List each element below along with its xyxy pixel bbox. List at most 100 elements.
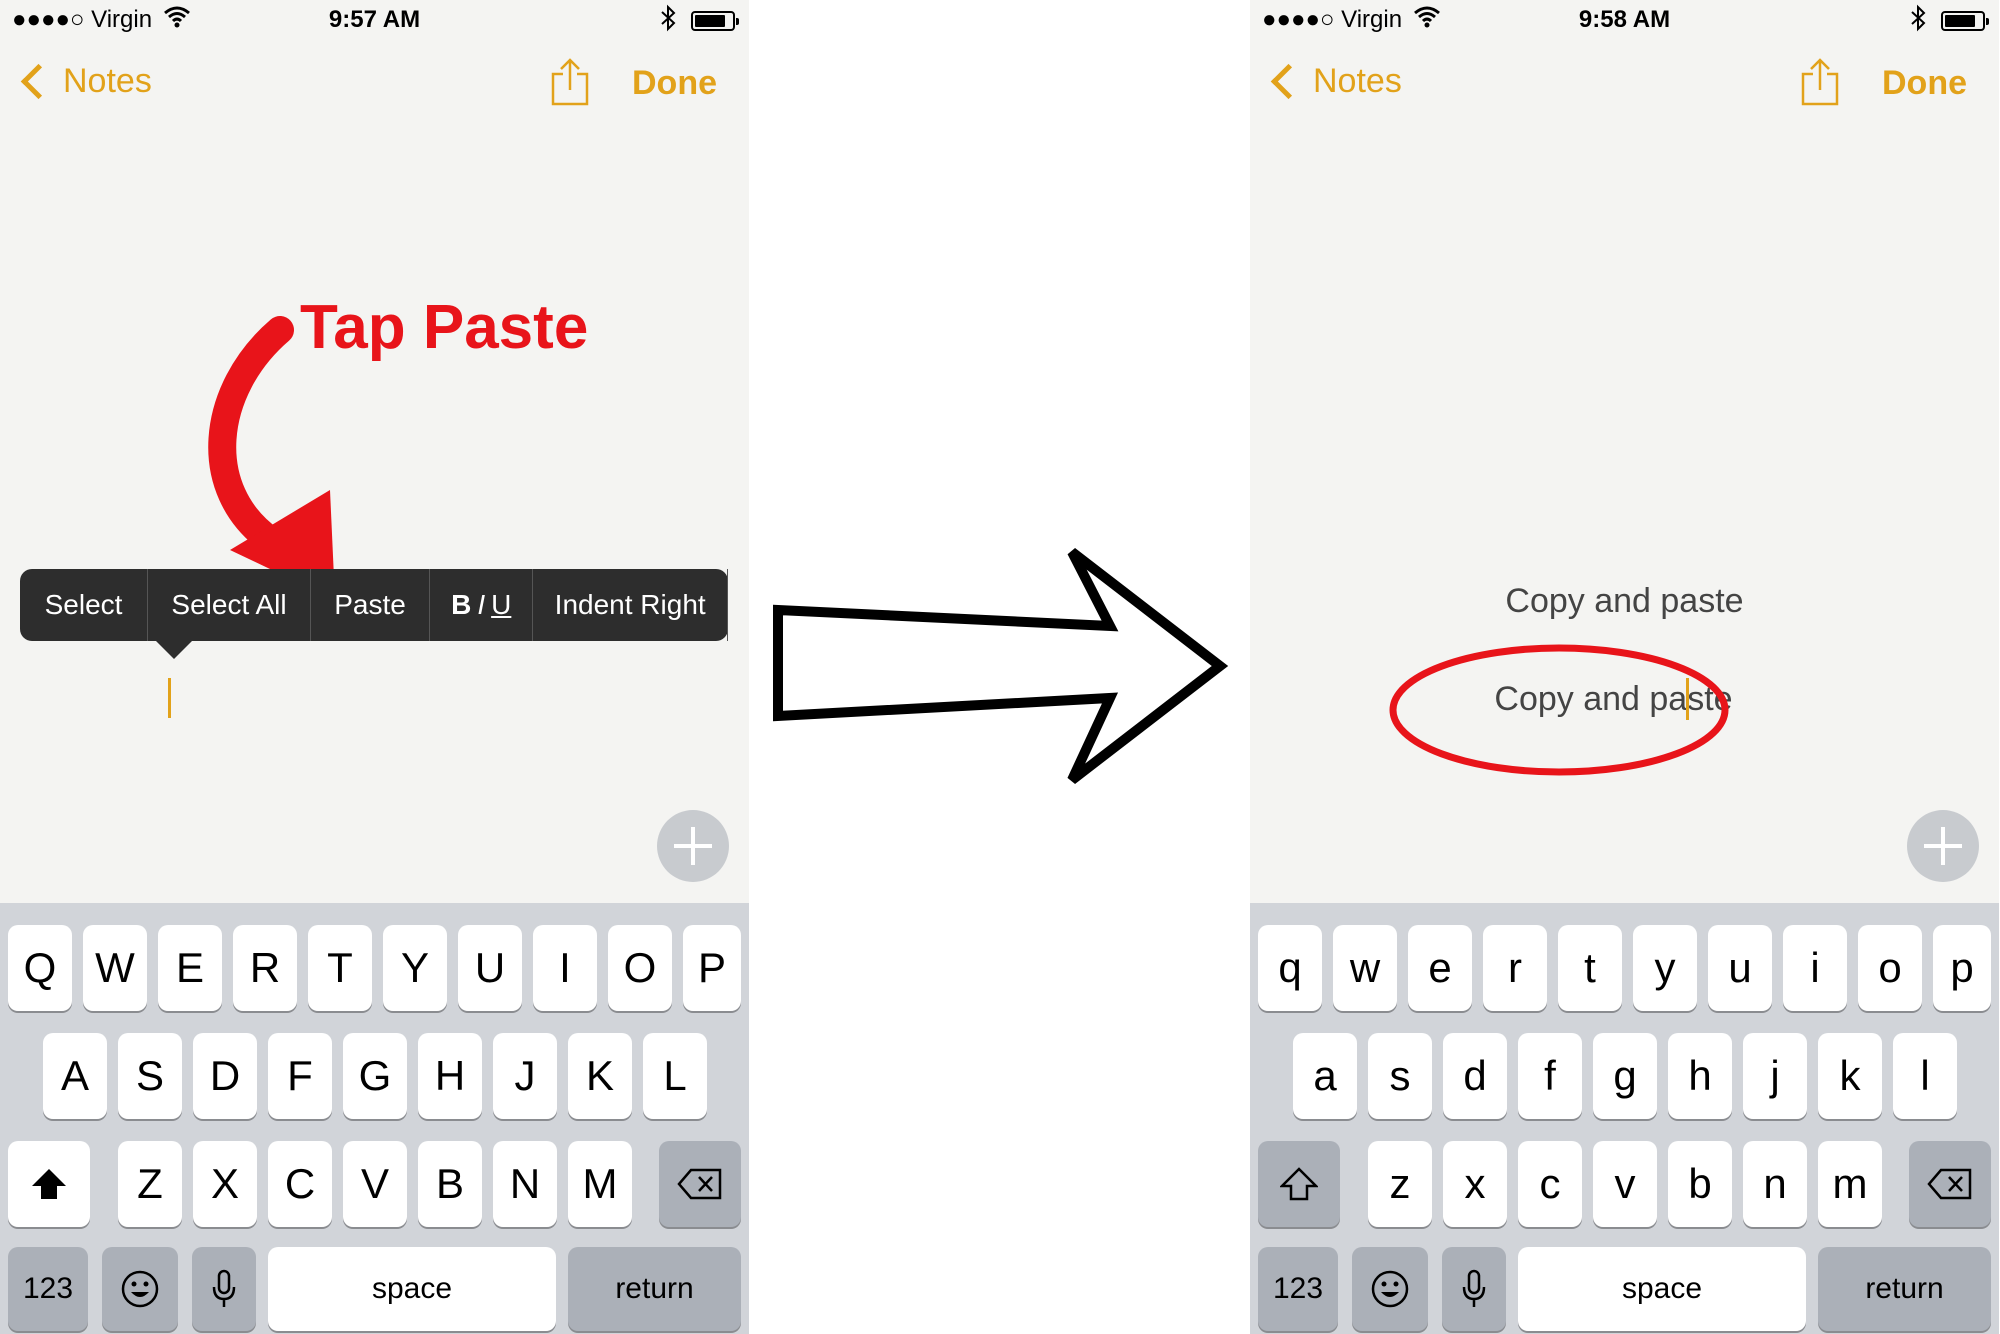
key[interactable]: d xyxy=(1443,1033,1507,1119)
key[interactable]: t xyxy=(1558,925,1622,1011)
curved-arrow-icon xyxy=(208,316,335,600)
key[interactable]: A xyxy=(43,1033,107,1119)
done-button[interactable]: Done xyxy=(1882,64,1967,103)
key[interactable]: R xyxy=(233,925,297,1011)
return-key[interactable]: return xyxy=(568,1247,741,1331)
share-icon[interactable] xyxy=(1799,58,1841,106)
chevron-left-icon xyxy=(1270,63,1307,100)
note-line[interactable]: Copy and paste xyxy=(1250,582,1999,621)
space-key[interactable]: space xyxy=(1518,1247,1806,1331)
bluetooth-icon xyxy=(659,4,677,39)
back-button[interactable]: Notes xyxy=(1268,62,1402,101)
microphone-key[interactable] xyxy=(1442,1247,1506,1331)
shift-icon xyxy=(1280,1167,1318,1201)
key[interactable]: G xyxy=(343,1033,407,1119)
key[interactable]: M xyxy=(568,1141,632,1227)
key[interactable]: J xyxy=(493,1033,557,1119)
indent-right-menu-item[interactable]: Indent Right xyxy=(533,569,728,641)
key[interactable]: P xyxy=(683,925,741,1011)
key[interactable]: Q xyxy=(8,925,72,1011)
emoji-icon xyxy=(121,1270,159,1308)
shift-key[interactable] xyxy=(8,1141,90,1227)
key[interactable]: X xyxy=(193,1141,257,1227)
delete-key[interactable] xyxy=(659,1141,741,1227)
key[interactable]: Z xyxy=(118,1141,182,1227)
key[interactable]: W xyxy=(83,925,147,1011)
done-button[interactable]: Done xyxy=(632,64,717,103)
key[interactable]: b xyxy=(1668,1141,1732,1227)
key[interactable]: r xyxy=(1483,925,1547,1011)
key[interactable]: Y xyxy=(383,925,447,1011)
key[interactable]: S xyxy=(118,1033,182,1119)
key[interactable]: s xyxy=(1368,1033,1432,1119)
key[interactable]: H xyxy=(418,1033,482,1119)
key[interactable]: e xyxy=(1408,925,1472,1011)
key[interactable]: a xyxy=(1293,1033,1357,1119)
chevron-left-icon xyxy=(20,63,57,100)
emoji-key[interactable] xyxy=(1352,1247,1428,1331)
keyboard: q w e r t y u i o p a s d f g h j k l z … xyxy=(1250,903,1999,1334)
microphone-icon xyxy=(1462,1269,1486,1307)
key[interactable]: v xyxy=(1593,1141,1657,1227)
delete-key[interactable] xyxy=(1909,1141,1991,1227)
return-key[interactable]: return xyxy=(1818,1247,1991,1331)
key[interactable]: V xyxy=(343,1141,407,1227)
emoji-key[interactable] xyxy=(102,1247,178,1331)
status-bar: ●●●●○ Virgin 9:58 AM xyxy=(1250,0,1999,40)
key[interactable]: y xyxy=(1633,925,1697,1011)
back-label: Notes xyxy=(63,62,152,100)
key[interactable]: E xyxy=(158,925,222,1011)
key[interactable]: g xyxy=(1593,1033,1657,1119)
key[interactable]: K xyxy=(568,1033,632,1119)
plus-icon[interactable] xyxy=(1907,810,1979,882)
key[interactable]: w xyxy=(1333,925,1397,1011)
edit-menu: Select Select All Paste BIU Indent Right xyxy=(20,569,728,659)
microphone-icon xyxy=(212,1269,236,1307)
space-key[interactable]: space xyxy=(268,1247,556,1331)
delete-icon xyxy=(1927,1168,1972,1200)
key[interactable]: j xyxy=(1743,1033,1807,1119)
shift-key[interactable] xyxy=(1258,1141,1340,1227)
key[interactable]: k xyxy=(1818,1033,1882,1119)
key[interactable]: U xyxy=(458,925,522,1011)
key[interactable]: f xyxy=(1518,1033,1582,1119)
select-all-menu-item[interactable]: Select All xyxy=(148,569,311,641)
share-icon[interactable] xyxy=(549,58,591,106)
key[interactable]: o xyxy=(1858,925,1922,1011)
select-menu-item[interactable]: Select xyxy=(20,569,149,641)
key[interactable]: z xyxy=(1368,1141,1432,1227)
key[interactable]: n xyxy=(1743,1141,1807,1227)
key[interactable]: T xyxy=(308,925,372,1011)
key[interactable]: p xyxy=(1933,925,1991,1011)
plus-icon[interactable] xyxy=(657,810,729,882)
key[interactable]: i xyxy=(1783,925,1847,1011)
key[interactable]: O xyxy=(608,925,672,1011)
microphone-key[interactable] xyxy=(192,1247,256,1331)
numbers-key[interactable]: 123 xyxy=(1258,1247,1338,1331)
key[interactable]: D xyxy=(193,1033,257,1119)
key[interactable]: l xyxy=(1893,1033,1957,1119)
back-button[interactable]: Notes xyxy=(18,62,152,101)
underline-label: U xyxy=(491,589,512,620)
key[interactable]: u xyxy=(1708,925,1772,1011)
key[interactable]: h xyxy=(1668,1033,1732,1119)
delete-icon xyxy=(677,1168,722,1200)
keyboard: Q W E R T Y U I O P A S D F G H J K L Z … xyxy=(0,903,749,1334)
highlight-circle xyxy=(1389,644,1729,776)
back-label: Notes xyxy=(1313,62,1402,100)
paste-menu-item[interactable]: Paste xyxy=(311,569,431,641)
key[interactable]: L xyxy=(643,1033,707,1119)
key[interactable]: x xyxy=(1443,1141,1507,1227)
bluetooth-icon xyxy=(1909,4,1927,39)
key[interactable]: q xyxy=(1258,925,1322,1011)
key[interactable]: I xyxy=(533,925,597,1011)
key[interactable]: F xyxy=(268,1033,332,1119)
biu-menu-item[interactable]: BIU xyxy=(430,569,534,641)
key[interactable]: C xyxy=(268,1141,332,1227)
key[interactable]: m xyxy=(1818,1141,1882,1227)
nav-bar: Notes Done xyxy=(1250,50,1999,120)
numbers-key[interactable]: 123 xyxy=(8,1247,88,1331)
key[interactable]: B xyxy=(418,1141,482,1227)
key[interactable]: N xyxy=(493,1141,557,1227)
key[interactable]: c xyxy=(1518,1141,1582,1227)
